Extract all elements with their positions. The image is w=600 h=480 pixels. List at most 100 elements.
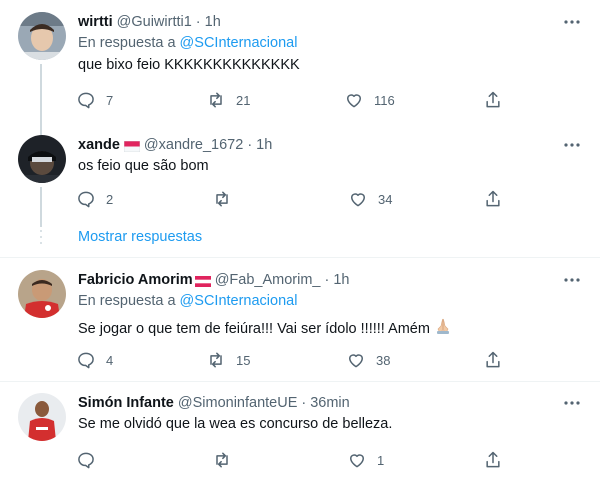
avatar-image bbox=[18, 393, 66, 441]
reply-mention[interactable]: @SCInternacional bbox=[180, 293, 298, 309]
thread-dots bbox=[40, 230, 42, 244]
timestamp[interactable]: 1h bbox=[205, 14, 221, 30]
reply-icon bbox=[78, 352, 94, 369]
user-handle[interactable]: @xandre_1672 bbox=[144, 137, 243, 153]
thread-line bbox=[40, 122, 42, 135]
tweet-text: os feio que são bom bbox=[78, 158, 209, 174]
like-button[interactable]: 116 bbox=[344, 88, 395, 112]
tweet-text: Se jogar o que tem de feiúra!!! Vai ser … bbox=[78, 317, 452, 339]
like-icon bbox=[351, 193, 365, 207]
share-icon bbox=[486, 451, 500, 468]
separator: · bbox=[247, 137, 253, 153]
reply-count: 7 bbox=[106, 92, 114, 108]
more-icon[interactable] bbox=[562, 270, 582, 290]
separator: · bbox=[301, 395, 307, 411]
reply-icon bbox=[78, 92, 94, 109]
share-icon bbox=[486, 91, 500, 108]
separator: · bbox=[324, 272, 330, 288]
retweet-icon bbox=[210, 92, 222, 108]
thread-line bbox=[40, 187, 42, 227]
reply-button[interactable]: 7 bbox=[76, 88, 113, 112]
reply-count: 4 bbox=[106, 352, 114, 368]
reply-prefix: En respuesta a bbox=[78, 293, 176, 309]
like-count: 1 bbox=[377, 452, 385, 468]
avatar-image bbox=[18, 270, 66, 318]
reply-button[interactable]: 4 bbox=[76, 348, 113, 372]
separator: · bbox=[195, 14, 201, 30]
like-button[interactable]: 1 bbox=[347, 448, 384, 472]
reply-prefix: En respuesta a bbox=[78, 35, 176, 51]
retweet-button[interactable]: 21 bbox=[206, 88, 250, 112]
show-more-link[interactable]: Mostrar respuestas bbox=[78, 229, 202, 245]
retweet-icon bbox=[210, 352, 222, 368]
tweet-text: Se me olvidó que la wea es concurso de b… bbox=[78, 416, 393, 432]
tweet-1[interactable]: wirtti @Guiwirtti1 · 1h En respuesta a @S… bbox=[0, 12, 600, 122]
tweet-header: Simón Infante @SimoninfanteUE · 36min bbox=[78, 393, 350, 413]
more-icon[interactable] bbox=[562, 393, 582, 413]
tweet-text: que bixo feio KKKKKKKKKKKKKK bbox=[78, 57, 300, 73]
display-name[interactable]: Simón Infante bbox=[78, 395, 174, 411]
reply-button[interactable]: 2 bbox=[76, 187, 113, 211]
like-count: 38 bbox=[376, 352, 391, 368]
share-button[interactable] bbox=[483, 448, 503, 472]
tweet-actions: 4 15 38 bbox=[70, 348, 510, 372]
user-handle[interactable]: @Fab_Amorim_ bbox=[215, 272, 321, 288]
divider bbox=[0, 257, 600, 258]
display-name[interactable]: xande bbox=[78, 137, 120, 153]
tweet-header: xande @xandre_1672 · 1h bbox=[78, 135, 272, 155]
like-count: 34 bbox=[378, 191, 393, 207]
tweet-actions: 1 bbox=[70, 448, 510, 472]
like-icon bbox=[347, 94, 361, 108]
share-button[interactable] bbox=[483, 88, 503, 112]
tweet-4[interactable]: Simón Infante @SimoninfanteUE · 36min Se… bbox=[0, 393, 600, 480]
user-handle[interactable]: @Guiwirtti1 bbox=[117, 14, 192, 30]
avatar-image bbox=[18, 135, 66, 183]
retweet-count: 15 bbox=[236, 352, 251, 368]
reply-context: En respuesta a @SCInternacional bbox=[78, 35, 297, 51]
praying-hands-emoji bbox=[434, 317, 452, 339]
avatar[interactable] bbox=[18, 270, 66, 318]
tweet-text-content: Se jogar o que tem de feiúra!!! Vai ser … bbox=[78, 321, 430, 337]
timestamp[interactable]: 1h bbox=[256, 137, 272, 153]
share-icon bbox=[486, 351, 500, 368]
thread-line bbox=[40, 64, 42, 122]
retweet-icon bbox=[216, 191, 228, 207]
avatar[interactable] bbox=[18, 393, 66, 441]
like-button[interactable]: 38 bbox=[346, 348, 390, 372]
retweet-button[interactable] bbox=[212, 448, 242, 472]
timestamp[interactable]: 1h bbox=[333, 272, 349, 288]
avatar[interactable] bbox=[18, 12, 66, 60]
show-more-replies[interactable]: Mostrar respuestas bbox=[0, 222, 600, 252]
avatar-image bbox=[18, 12, 66, 60]
retweet-button[interactable]: 15 bbox=[206, 348, 250, 372]
retweet-icon bbox=[216, 452, 228, 468]
like-count: 116 bbox=[374, 92, 395, 108]
display-name[interactable]: wirtti bbox=[78, 14, 113, 30]
reply-button[interactable] bbox=[76, 448, 106, 472]
reply-count: 2 bbox=[106, 191, 114, 207]
avatar[interactable] bbox=[18, 135, 66, 183]
flag-icon bbox=[194, 275, 211, 287]
share-icon bbox=[486, 190, 500, 207]
divider bbox=[0, 381, 600, 382]
tweet-3[interactable]: Fabricio Amorim @Fab_Amorim_ · 1h En res… bbox=[0, 270, 600, 380]
tweet-header: wirtti @Guiwirtti1 · 1h bbox=[78, 12, 221, 32]
retweet-count: 21 bbox=[236, 92, 251, 108]
display-name[interactable]: Fabricio Amorim bbox=[78, 272, 193, 288]
retweet-button[interactable] bbox=[212, 187, 242, 211]
like-icon bbox=[349, 354, 363, 368]
share-button[interactable] bbox=[483, 348, 503, 372]
timestamp[interactable]: 36min bbox=[310, 395, 350, 411]
tweet-actions: 7 21 116 bbox=[70, 88, 510, 112]
tweet-header: Fabricio Amorim @Fab_Amorim_ · 1h bbox=[78, 270, 349, 290]
reply-mention[interactable]: @SCInternacional bbox=[180, 35, 298, 51]
reply-icon bbox=[78, 452, 94, 469]
reply-context: En respuesta a @SCInternacional bbox=[78, 293, 297, 309]
like-button[interactable]: 34 bbox=[348, 187, 392, 211]
tweet-2[interactable]: xande @xandre_1672 · 1h os feio que são … bbox=[0, 122, 600, 227]
more-icon[interactable] bbox=[562, 12, 582, 32]
like-icon bbox=[350, 454, 364, 468]
more-icon[interactable] bbox=[562, 135, 582, 155]
user-handle[interactable]: @SimoninfanteUE bbox=[178, 395, 298, 411]
share-button[interactable] bbox=[483, 187, 503, 211]
